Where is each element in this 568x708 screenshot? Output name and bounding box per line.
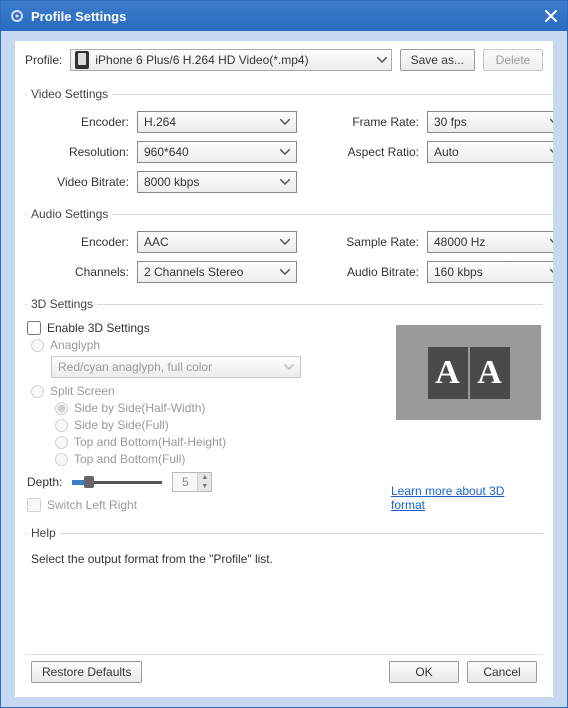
abitrate-label: Audio Bitrate:: [327, 265, 427, 279]
spin-down-icon[interactable]: ▼: [197, 482, 211, 491]
content-area: Profile: iPhone 6 Plus/6 H.264 HD Video(…: [1, 31, 567, 707]
depth-value: 5: [173, 475, 197, 489]
enable-3d-input[interactable]: [27, 321, 41, 335]
chevron-down-icon: [377, 57, 387, 63]
3d-settings-group: 3D Settings Enable 3D Settings Anaglyph …: [25, 297, 543, 516]
split-radio-input: [31, 385, 44, 398]
channels-label: Channels:: [27, 265, 137, 279]
restore-defaults-button[interactable]: Restore Defaults: [31, 661, 142, 683]
split-label: Split Screen: [50, 384, 115, 398]
video-encoder-label: Encoder:: [27, 115, 137, 129]
video-encoder-select[interactable]: H.264: [137, 111, 297, 133]
3d-legend: 3D Settings: [27, 297, 97, 311]
samplerate-select[interactable]: 48000 Hz: [427, 231, 567, 253]
save-as-button[interactable]: Save as...: [400, 49, 475, 71]
chevron-down-icon: [284, 364, 294, 370]
audio-encoder-label: Encoder:: [27, 235, 137, 249]
spin-up-icon[interactable]: ▲: [197, 473, 211, 482]
vbitrate-select[interactable]: 8000 kbps: [137, 171, 297, 193]
chevron-down-icon: [280, 119, 290, 125]
resolution-label: Resolution:: [27, 145, 137, 159]
depth-slider[interactable]: [72, 476, 162, 488]
titlebar: Profile Settings: [1, 1, 567, 31]
profile-value: iPhone 6 Plus/6 H.264 HD Video(*.mp4): [95, 53, 370, 67]
enable-3d-checkbox[interactable]: Enable 3D Settings: [27, 321, 391, 335]
split-opt1: Side by Side(Half-Width): [55, 401, 391, 415]
framerate-select[interactable]: 30 fps: [427, 111, 567, 133]
help-group: Help Select the output format from the "…: [25, 526, 543, 572]
cancel-button[interactable]: Cancel: [467, 661, 537, 683]
chevron-down-icon: [280, 239, 290, 245]
phone-icon: [75, 51, 89, 69]
chevron-down-icon: [280, 269, 290, 275]
help-legend: Help: [27, 526, 60, 540]
audio-legend: Audio Settings: [27, 207, 112, 221]
chevron-down-icon: [550, 269, 560, 275]
depth-spinner[interactable]: 5 ▲▼: [172, 472, 212, 492]
abitrate-select[interactable]: 160 kbps: [427, 261, 567, 283]
samplerate-label: Sample Rate:: [327, 235, 427, 249]
anaglyph-radio: Anaglyph: [31, 338, 391, 352]
learn-3d-link[interactable]: Learn more about 3D format: [391, 484, 541, 512]
enable-3d-label: Enable 3D Settings: [47, 321, 150, 335]
anaglyph-label: Anaglyph: [50, 338, 100, 352]
close-icon[interactable]: [543, 8, 559, 24]
anaglyph-select: Red/cyan anaglyph, full color: [51, 356, 301, 378]
framerate-label: Frame Rate:: [327, 115, 427, 129]
aspect-select[interactable]: Auto: [427, 141, 567, 163]
preview-letter-right: A: [470, 347, 510, 399]
chevron-down-icon: [280, 179, 290, 185]
profile-select[interactable]: iPhone 6 Plus/6 H.264 HD Video(*.mp4): [70, 49, 391, 71]
audio-settings-group: Audio Settings Encoder: AAC Sample Rate:…: [25, 207, 567, 287]
depth-label: Depth:: [27, 475, 62, 489]
chevron-down-icon: [280, 149, 290, 155]
switch-lr-input: [27, 498, 41, 512]
window: Profile Settings Profile: iPhone 6 Plus/…: [0, 0, 568, 708]
window-title: Profile Settings: [31, 9, 543, 24]
video-legend: Video Settings: [27, 87, 112, 101]
split-screen-radio: Split Screen: [31, 384, 391, 398]
switch-lr-checkbox: Switch Left Right: [27, 498, 391, 512]
3d-preview: A A: [396, 325, 541, 420]
chevron-down-icon: [550, 239, 560, 245]
video-settings-group: Video Settings Encoder: H.264 Frame Rate…: [25, 87, 567, 197]
gear-icon: [9, 8, 25, 24]
profile-label: Profile:: [25, 53, 62, 67]
vbitrate-label: Video Bitrate:: [27, 175, 137, 189]
delete-button: Delete: [483, 49, 543, 71]
split-opt4: Top and Bottom(Full): [55, 452, 391, 466]
split-opt3: Top and Bottom(Half-Height): [55, 435, 391, 449]
switch-lr-label: Switch Left Right: [47, 498, 137, 512]
depth-row: Depth: 5 ▲▼: [27, 472, 391, 492]
profile-row: Profile: iPhone 6 Plus/6 H.264 HD Video(…: [25, 49, 543, 71]
chevron-down-icon: [550, 149, 560, 155]
audio-encoder-select[interactable]: AAC: [137, 231, 297, 253]
preview-letter-left: A: [428, 347, 468, 399]
help-text: Select the output format from the "Profi…: [27, 550, 541, 568]
resolution-select[interactable]: 960*640: [137, 141, 297, 163]
aspect-label: Aspect Ratio:: [327, 145, 427, 159]
anaglyph-radio-input: [31, 339, 44, 352]
ok-button[interactable]: OK: [389, 661, 459, 683]
split-opt2: Side by Side(Full): [55, 418, 391, 432]
channels-select[interactable]: 2 Channels Stereo: [137, 261, 297, 283]
chevron-down-icon: [550, 119, 560, 125]
bottom-bar: Restore Defaults OK Cancel: [25, 654, 543, 689]
